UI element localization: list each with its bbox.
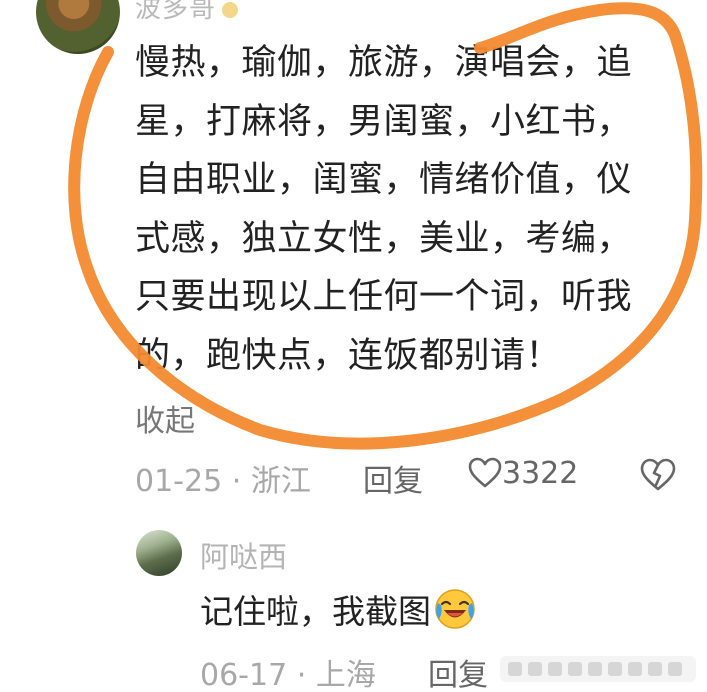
heart-outline-icon <box>468 457 502 488</box>
reply-location: 上海 <box>315 658 376 692</box>
separator: · <box>296 658 307 692</box>
laughing-crying-emoji <box>435 589 475 629</box>
reply-username[interactable]: 阿哒西 <box>200 534 287 576</box>
dislike-button[interactable] <box>640 458 676 500</box>
reply-date-location: 06-17 · 上海 <box>200 658 376 692</box>
separator: · <box>231 464 242 499</box>
comment-line: 的，跑快点，连饭都别请！ <box>135 335 562 376</box>
comment-line: 式感，独立女性，美业，考编， <box>135 218 633 259</box>
comment-date-location: 01-25 · 浙江 <box>135 456 311 500</box>
username-text: 波多哥 <box>135 0 217 24</box>
reply-reply-button[interactable]: 回复 <box>428 650 488 692</box>
comment-line: 只要出现以上任何一个词，听我 <box>135 277 633 318</box>
comment-date: 01-25 <box>135 464 223 499</box>
collapse-link[interactable]: 收起 <box>135 396 195 440</box>
comment-location: 浙江 <box>250 464 311 499</box>
comment-username[interactable]: 波多哥 <box>135 0 239 25</box>
like-button[interactable]: 3322 <box>468 456 578 491</box>
broken-heart-icon <box>640 458 676 491</box>
comment-line: 星，打麻将，男闺蜜，小红书， <box>135 101 633 142</box>
comment-line: 自由职业，闺蜜，情绪价值，仪 <box>135 160 633 201</box>
watermark <box>500 656 696 682</box>
comment-line: 慢热，瑜伽，旅游，演唱会，追 <box>135 43 633 83</box>
reply-date: 06-17 <box>200 658 288 692</box>
comment-thread: 波多哥 慢热，瑜伽，旅游，演唱会，追 星，打麻将，男闺蜜，小红书， 自由职业，闺… <box>0 0 707 692</box>
comment-body: 慢热，瑜伽，旅游，演唱会，追 星，打麻将，男闺蜜，小红书， 自由职业，闺蜜，情绪… <box>135 34 675 386</box>
like-count: 3322 <box>502 456 579 491</box>
badge-icon <box>222 1 239 18</box>
comment-meta: 01-25 · 浙江 回复 3322 <box>135 456 695 500</box>
reply-button[interactable]: 回复 <box>363 456 423 500</box>
reply-body: 记住啦，我截图 <box>200 585 477 633</box>
reply-avatar[interactable] <box>136 530 182 576</box>
reply-text: 记住啦，我截图 <box>200 592 431 631</box>
avatar[interactable] <box>36 0 120 54</box>
